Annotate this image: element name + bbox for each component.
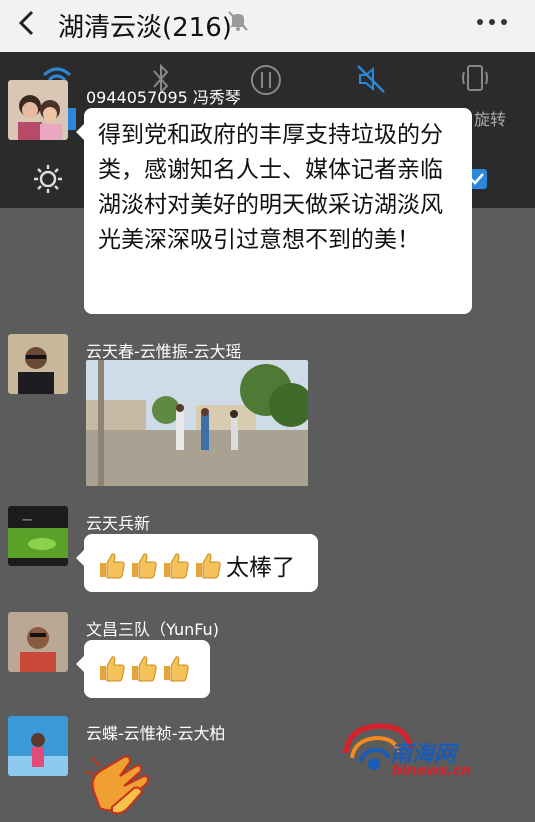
back-arrow-icon[interactable] [12,8,42,38]
watermark-sub: hinews.cn [392,763,472,779]
avatar[interactable] [8,80,68,140]
mute-icon[interactable] [356,64,386,94]
message-bubble[interactable]: 得到党和政府的丰厚支持垃圾的分类，感谢知名人士、媒体记者亲临湖淡村对美好的明天做… [76,108,472,314]
message-text: 太棒了 [226,555,295,581]
chat-header: 湖清云淡(216) [0,0,535,53]
chat-title: 湖清云淡(216) [58,13,232,43]
sender-name: 云蝶-云惟祯-云大柏 [86,724,226,743]
thumbs-up-icon [100,656,125,682]
sender-name: 文昌三队（YunFu) [86,620,219,639]
sender-name: 云天兵新 [86,514,151,533]
shared-photo[interactable] [86,360,308,486]
avatar[interactable]: 一 [8,506,68,566]
thumbs-up-icon [132,656,157,682]
sender-name: 0944057095 冯秀琴 [86,88,241,107]
clapping-hands-icon[interactable] [84,752,164,822]
avatar[interactable] [8,612,68,672]
thumbs-row [98,654,194,682]
thumbs-row: 太棒了 [98,548,295,582]
brightness-icon[interactable] [33,164,63,194]
thumbs-up-icon [196,553,221,579]
avatar[interactable] [8,716,68,776]
sender-name: 云天春-云惟振-云大瑶 [86,342,242,361]
mute-bell-icon [228,11,248,31]
thumbs-up-icon [100,553,125,579]
thumbs-up-icon [132,553,157,579]
thumbs-up-icon [164,656,189,682]
message-text: 得到党和政府的丰厚支持垃圾的分类，感谢知名人士、媒体记者亲临湖淡村对美好的明天做… [98,122,443,253]
avatar[interactable] [8,334,68,394]
rotate-icon[interactable] [460,62,490,94]
message-bubble[interactable] [76,640,210,698]
data-icon[interactable] [250,64,282,96]
message-bubble[interactable]: 太棒了 [76,534,318,592]
rotate-label: 旋转 [474,110,507,129]
thumbs-up-icon [164,553,189,579]
more-dots-icon[interactable] [472,10,512,34]
svg-text:一: 一 [22,516,32,527]
